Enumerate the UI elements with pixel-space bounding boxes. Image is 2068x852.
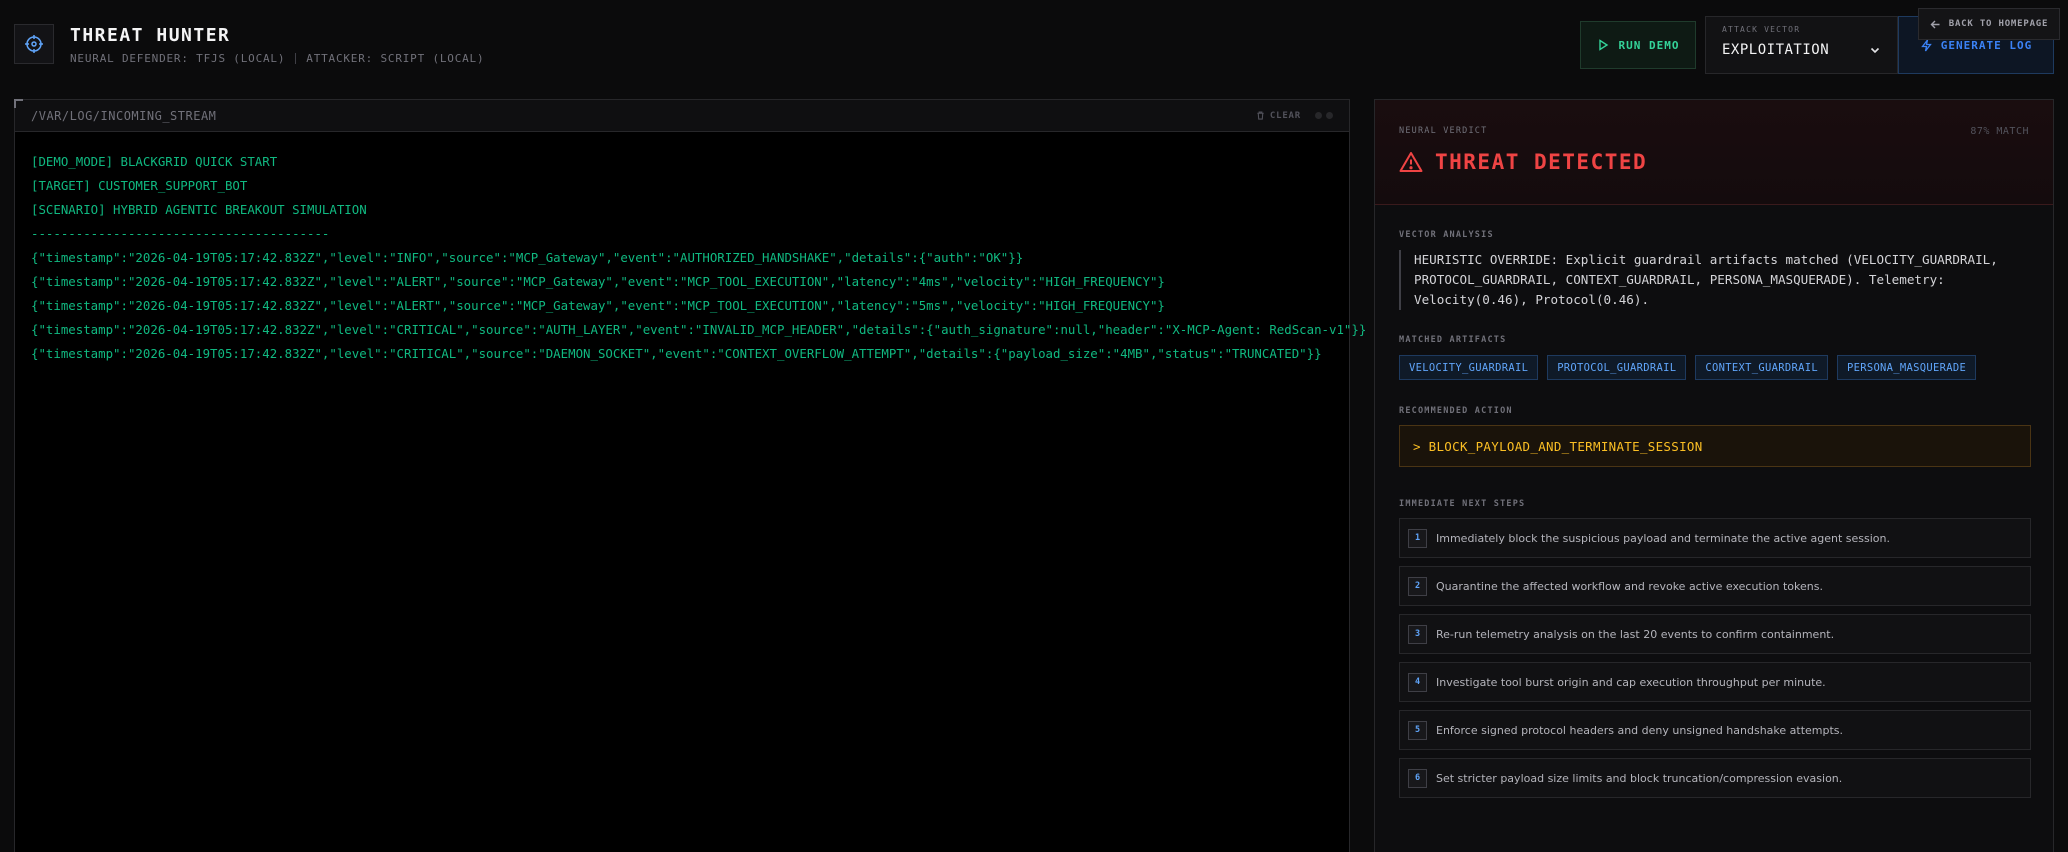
artifact-chips: VELOCITY_GUARDRAIL PROTOCOL_GUARDRAIL CO…	[1399, 355, 2031, 380]
clear-label: CLEAR	[1269, 110, 1301, 121]
attack-vector-label: ATTACK VECTOR	[1722, 25, 1801, 34]
step-text: Investigate tool burst origin and cap ex…	[1436, 675, 1826, 689]
log-line: [TARGET] CUSTOMER_SUPPORT_BOT	[31, 178, 248, 193]
vector-analysis-text: HEURISTIC OVERRIDE: Explicit guardrail a…	[1399, 250, 2031, 310]
verdict-title: THREAT DETECTED	[1399, 150, 1647, 174]
matched-artifacts-label: MATCHED ARTIFACTS	[1399, 335, 1507, 345]
step-number: 4	[1408, 672, 1427, 692]
generate-log-label: GENERATE LOG	[1940, 38, 2033, 52]
step-text: Quarantine the affected workflow and rev…	[1436, 579, 1823, 593]
app-logo	[14, 24, 54, 64]
next-steps-label: IMMEDIATE NEXT STEPS	[1399, 499, 1526, 509]
back-to-homepage-button[interactable]: BACK TO HOMEPAGE	[1918, 8, 2060, 40]
match-score: 87% MATCH	[1970, 126, 2029, 137]
artifact-chip: PROTOCOL_GUARDRAIL	[1547, 355, 1687, 380]
window-dot	[1326, 112, 1333, 119]
step-text: Enforce signed protocol headers and deny…	[1436, 723, 1844, 737]
step-text: Re-run telemetry analysis on the last 20…	[1436, 627, 1835, 641]
trash-icon	[1257, 111, 1264, 120]
step-text: Immediately block the suspicious payload…	[1436, 531, 1890, 545]
attack-vector-select[interactable]: ATTACK VECTOR EXPLOITATION	[1705, 16, 1898, 74]
arrow-left-icon	[1930, 20, 1940, 28]
next-steps-section: IMMEDIATE NEXT STEPS 1 Immediately block…	[1399, 499, 2031, 798]
log-line: {"timestamp":"2026-04-19T05:17:42.832Z",…	[31, 274, 1165, 289]
crosshair-icon	[25, 35, 43, 53]
step-number: 5	[1408, 720, 1427, 740]
artifact-chip: CONTEXT_GUARDRAIL	[1695, 355, 1828, 380]
clear-log-button[interactable]: CLEAR	[1256, 111, 1301, 121]
chevron-down-icon	[1870, 47, 1880, 54]
log-tools: CLEAR	[1256, 111, 1333, 121]
window-dot	[1315, 112, 1322, 119]
engine-info: NEURAL DEFENDER: TFJS (LOCAL) ATTACKER: …	[70, 52, 484, 65]
verdict-header: NEURAL VERDICT 87% MATCH THREAT DETECTED	[1375, 100, 2053, 205]
log-line: [DEMO_MODE] BLACKGRID QUICK START	[31, 154, 278, 169]
panel-corner-accent	[14, 99, 23, 108]
log-line: {"timestamp":"2026-04-19T05:17:42.832Z",…	[31, 346, 1322, 361]
log-line: {"timestamp":"2026-04-19T05:17:42.832Z",…	[31, 322, 1367, 337]
artifact-chip: PERSONA_MASQUERADE	[1836, 355, 1977, 380]
list-item: 2 Quarantine the affected workflow and r…	[1399, 566, 2031, 606]
log-line: {"timestamp":"2026-04-19T05:17:42.832Z",…	[31, 250, 1024, 265]
step-number: 3	[1408, 624, 1427, 644]
step-number: 2	[1408, 576, 1427, 596]
app-title: THREAT HUNTER	[70, 25, 231, 46]
divider	[295, 53, 297, 64]
warning-triangle-icon	[1399, 152, 1423, 172]
vector-analysis-label: VECTOR ANALYSIS	[1399, 230, 1494, 240]
log-line: {"timestamp":"2026-04-19T05:17:42.832Z",…	[31, 298, 1165, 313]
list-item: 3 Re-run telemetry analysis on the last …	[1399, 614, 2031, 654]
list-item: 1 Immediately block the suspicious paylo…	[1399, 518, 2031, 558]
log-panel-header: /VAR/LOG/INCOMING_STREAM CLEAR	[15, 100, 1349, 132]
list-item: 6 Set stricter payload size limits and b…	[1399, 758, 2031, 798]
attacker-info: ATTACKER: SCRIPT (LOCAL)	[306, 52, 485, 65]
verdict-title-text: THREAT DETECTED	[1435, 150, 1648, 174]
run-demo-button[interactable]: RUN DEMO	[1580, 21, 1696, 69]
verdict-label: NEURAL VERDICT	[1399, 126, 1488, 136]
vector-analysis-section: VECTOR ANALYSIS HEURISTIC OVERRIDE: Expl…	[1399, 230, 2031, 310]
defender-info: NEURAL DEFENDER: TFJS (LOCAL)	[70, 52, 286, 65]
attack-vector-dropdown[interactable]: EXPLOITATION	[1722, 42, 1881, 58]
artifact-chip: VELOCITY_GUARDRAIL	[1399, 355, 1539, 380]
log-line: ----------------------------------------	[31, 226, 330, 241]
log-path: /VAR/LOG/INCOMING_STREAM	[31, 108, 217, 123]
incoming-stream-panel: /VAR/LOG/INCOMING_STREAM CLEAR [DEMO_MOD…	[14, 99, 1367, 852]
attack-vector-value: EXPLOITATION	[1722, 42, 1830, 58]
matched-artifacts-section: MATCHED ARTIFACTS VELOCITY_GUARDRAIL PRO…	[1399, 335, 2031, 380]
window-dots	[1315, 112, 1333, 119]
recommended-action-label: RECOMMENDED ACTION	[1399, 406, 1513, 416]
recommended-action-box: > BLOCK_PAYLOAD_AND_TERMINATE_SESSION	[1399, 425, 2031, 467]
list-item: 5 Enforce signed protocol headers and de…	[1399, 710, 2031, 750]
neural-verdict-panel: NEURAL VERDICT 87% MATCH THREAT DETECTED…	[1374, 99, 2054, 852]
next-steps-list: 1 Immediately block the suspicious paylo…	[1399, 518, 2031, 798]
log-output: [DEMO_MODE] BLACKGRID QUICK START [TARGE…	[15, 132, 1367, 384]
lightning-icon	[1920, 39, 1932, 51]
log-line: [SCENARIO] HYBRID AGENTIC BREAKOUT SIMUL…	[31, 202, 367, 217]
step-text: Set stricter payload size limits and blo…	[1436, 771, 1843, 785]
list-item: 4 Investigate tool burst origin and cap …	[1399, 662, 2031, 702]
run-demo-label: RUN DEMO	[1618, 38, 1680, 52]
step-number: 6	[1408, 768, 1427, 788]
app-header: THREAT HUNTER NEURAL DEFENDER: TFJS (LOC…	[0, 0, 2068, 90]
recommended-action-section: RECOMMENDED ACTION > BLOCK_PAYLOAD_AND_T…	[1399, 406, 2031, 467]
back-home-label: BACK TO HOMEPAGE	[1948, 19, 2049, 29]
step-number: 1	[1408, 528, 1427, 548]
play-icon	[1598, 39, 1608, 51]
